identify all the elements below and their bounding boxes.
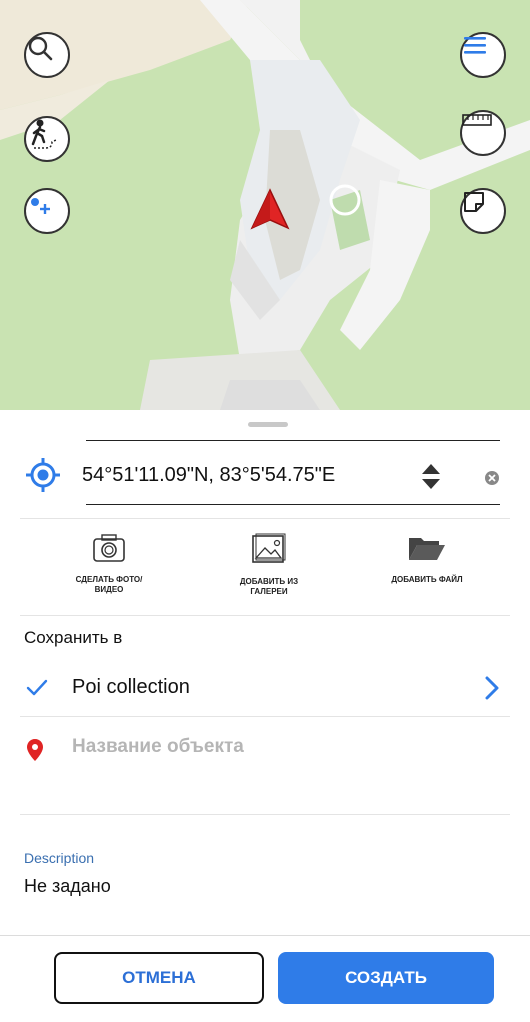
- sort-arrows-icon[interactable]: [420, 462, 442, 492]
- location-arrow-icon: [250, 188, 290, 230]
- ruler-icon: [462, 114, 492, 126]
- bottom-sheet: 54°51'11.09"N, 83°5'54.75"E СДЕЛАТЬ ФОТО…: [0, 410, 530, 1022]
- clear-icon[interactable]: [484, 470, 500, 486]
- menu-icon: [464, 37, 486, 54]
- divider: [86, 440, 500, 441]
- take-photo-label: СДЕЛАТЬ ФОТО/ ВИДЕО: [75, 575, 143, 594]
- location-pin-icon: [27, 739, 43, 761]
- media-actions: СДЕЛАТЬ ФОТО/ ВИДЕО ДОБАВИТЬ ИЗ ГАЛЕРЕИ …: [0, 518, 530, 618]
- search-icon: [28, 36, 53, 61]
- add-file-label: ДОБАВИТЬ ФАЙЛ: [391, 575, 463, 584]
- gallery-icon: [252, 533, 286, 563]
- chevron-right-icon: [485, 676, 499, 700]
- add-point-button[interactable]: [24, 188, 70, 234]
- divider: [86, 504, 500, 505]
- add-from-gallery-button[interactable]: ДОБАВИТЬ ИЗ ГАЛЕРЕИ: [194, 532, 344, 597]
- description-label: Description: [24, 850, 95, 866]
- pedestrian-route-icon: [31, 119, 57, 149]
- divider: [20, 716, 510, 717]
- collection-name: Poi collection: [72, 676, 190, 698]
- camera-icon: [93, 534, 125, 562]
- collection-select-row[interactable]: Poi collection: [0, 662, 530, 714]
- take-photo-button[interactable]: СДЕЛАТЬ ФОТО/ ВИДЕО: [34, 532, 184, 595]
- divider: [20, 814, 510, 815]
- search-button[interactable]: [24, 32, 70, 78]
- sheet-drag-handle[interactable]: [248, 422, 288, 427]
- add-file-button[interactable]: ДОБАВИТЬ ФАЙЛ: [352, 532, 502, 585]
- divider: [0, 935, 530, 936]
- add-from-gallery-label: ДОБАВИТЬ ИЗ ГАЛЕРЕИ: [239, 577, 299, 596]
- cancel-button[interactable]: ОТМЕНА: [54, 952, 264, 1004]
- create-button[interactable]: СОЗДАТЬ: [278, 952, 494, 1004]
- check-icon: [26, 679, 48, 696]
- pedestrian-route-button[interactable]: [24, 116, 70, 162]
- object-name-input[interactable]: Название объекта: [72, 736, 244, 758]
- note-icon: [464, 192, 484, 212]
- note-button[interactable]: [460, 188, 506, 234]
- menu-button[interactable]: [460, 32, 506, 78]
- save-in-label: Сохранить в: [24, 628, 123, 647]
- coordinates-row: 54°51'11.09"N, 83°5'54.75"E: [0, 440, 530, 518]
- divider: [20, 615, 510, 616]
- description-value[interactable]: Не задано: [24, 876, 111, 897]
- map-view[interactable]: [0, 0, 530, 410]
- my-location-icon[interactable]: [24, 456, 62, 494]
- ruler-button[interactable]: [460, 110, 506, 156]
- coordinates-value[interactable]: 54°51'11.09"N, 83°5'54.75"E: [82, 464, 335, 487]
- folder-icon: [409, 538, 445, 560]
- object-name-field[interactable]: Название объекта: [0, 728, 530, 788]
- add-point-icon: [31, 198, 50, 214]
